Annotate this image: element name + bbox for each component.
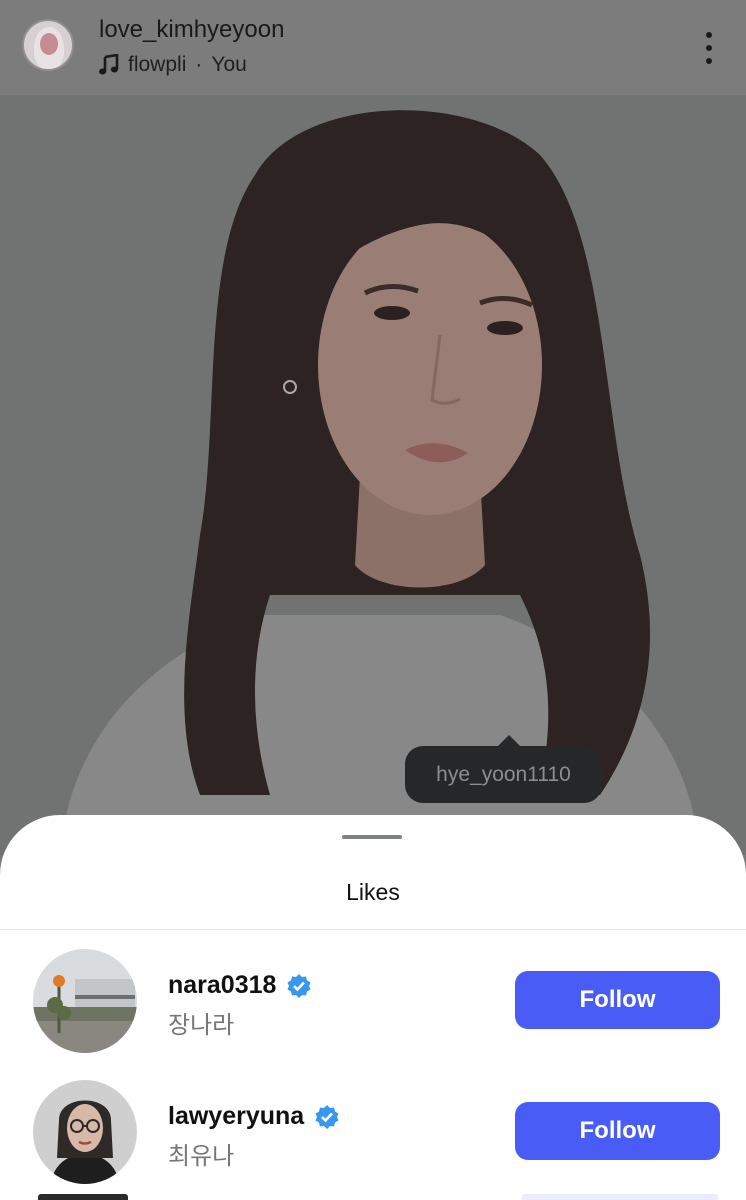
- audio-owner: You: [211, 53, 247, 76]
- follow-button[interactable]: Follow: [515, 1102, 720, 1160]
- post-username[interactable]: love_kimhyeyoon: [99, 16, 284, 44]
- likes-sheet: Likes nara0318 장나라 Follow lawyeryuna 최유나…: [0, 815, 746, 1200]
- user-name-line: nara0318: [168, 971, 312, 1000]
- more-dot: [706, 32, 712, 38]
- drag-handle[interactable]: [342, 835, 402, 839]
- list-item[interactable]: lawyeryuna 최유나 Follow: [0, 1080, 746, 1186]
- tag-username: hye_yoon1110: [436, 762, 571, 786]
- user-name-line: lawyeryuna: [168, 1102, 340, 1131]
- follow-button[interactable]: Follow: [515, 971, 720, 1029]
- music-note-icon: [99, 54, 119, 76]
- verified-badge-icon: [286, 973, 312, 999]
- avatar[interactable]: [33, 1080, 137, 1184]
- peek-avatar: [38, 1194, 128, 1200]
- audio-line[interactable]: flowpli · You: [99, 53, 247, 77]
- next-list-item-peek: [0, 1194, 746, 1200]
- list-item[interactable]: nara0318 장나라 Follow: [0, 949, 746, 1055]
- post-header: love_kimhyeyoon flowpli · You: [0, 0, 746, 95]
- more-dot: [706, 58, 712, 64]
- post-photo[interactable]: [0, 95, 746, 855]
- user-fullname: 최유나: [168, 1143, 235, 1170]
- user-username[interactable]: lawyeryuna: [168, 1102, 304, 1131]
- avatar-face: [40, 33, 58, 55]
- user-tag-tooltip[interactable]: hye_yoon1110: [405, 735, 602, 803]
- avatar[interactable]: [33, 949, 137, 1053]
- sheet-title: Likes: [346, 879, 400, 905]
- avatar-image: [33, 949, 137, 1053]
- avatar-image: [33, 1080, 137, 1184]
- verified-badge-icon: [314, 1104, 340, 1130]
- portrait-image: [0, 95, 746, 855]
- more-dot: [706, 45, 712, 51]
- audio-label: flowpli: [128, 53, 187, 76]
- more-options-button[interactable]: [696, 28, 722, 68]
- audio-separator: ·: [195, 53, 203, 76]
- user-username[interactable]: nara0318: [168, 971, 276, 1000]
- profile-avatar[interactable]: [22, 19, 74, 71]
- user-fullname: 장나라: [168, 1012, 235, 1039]
- peek-button: [522, 1194, 718, 1200]
- divider: [0, 929, 746, 930]
